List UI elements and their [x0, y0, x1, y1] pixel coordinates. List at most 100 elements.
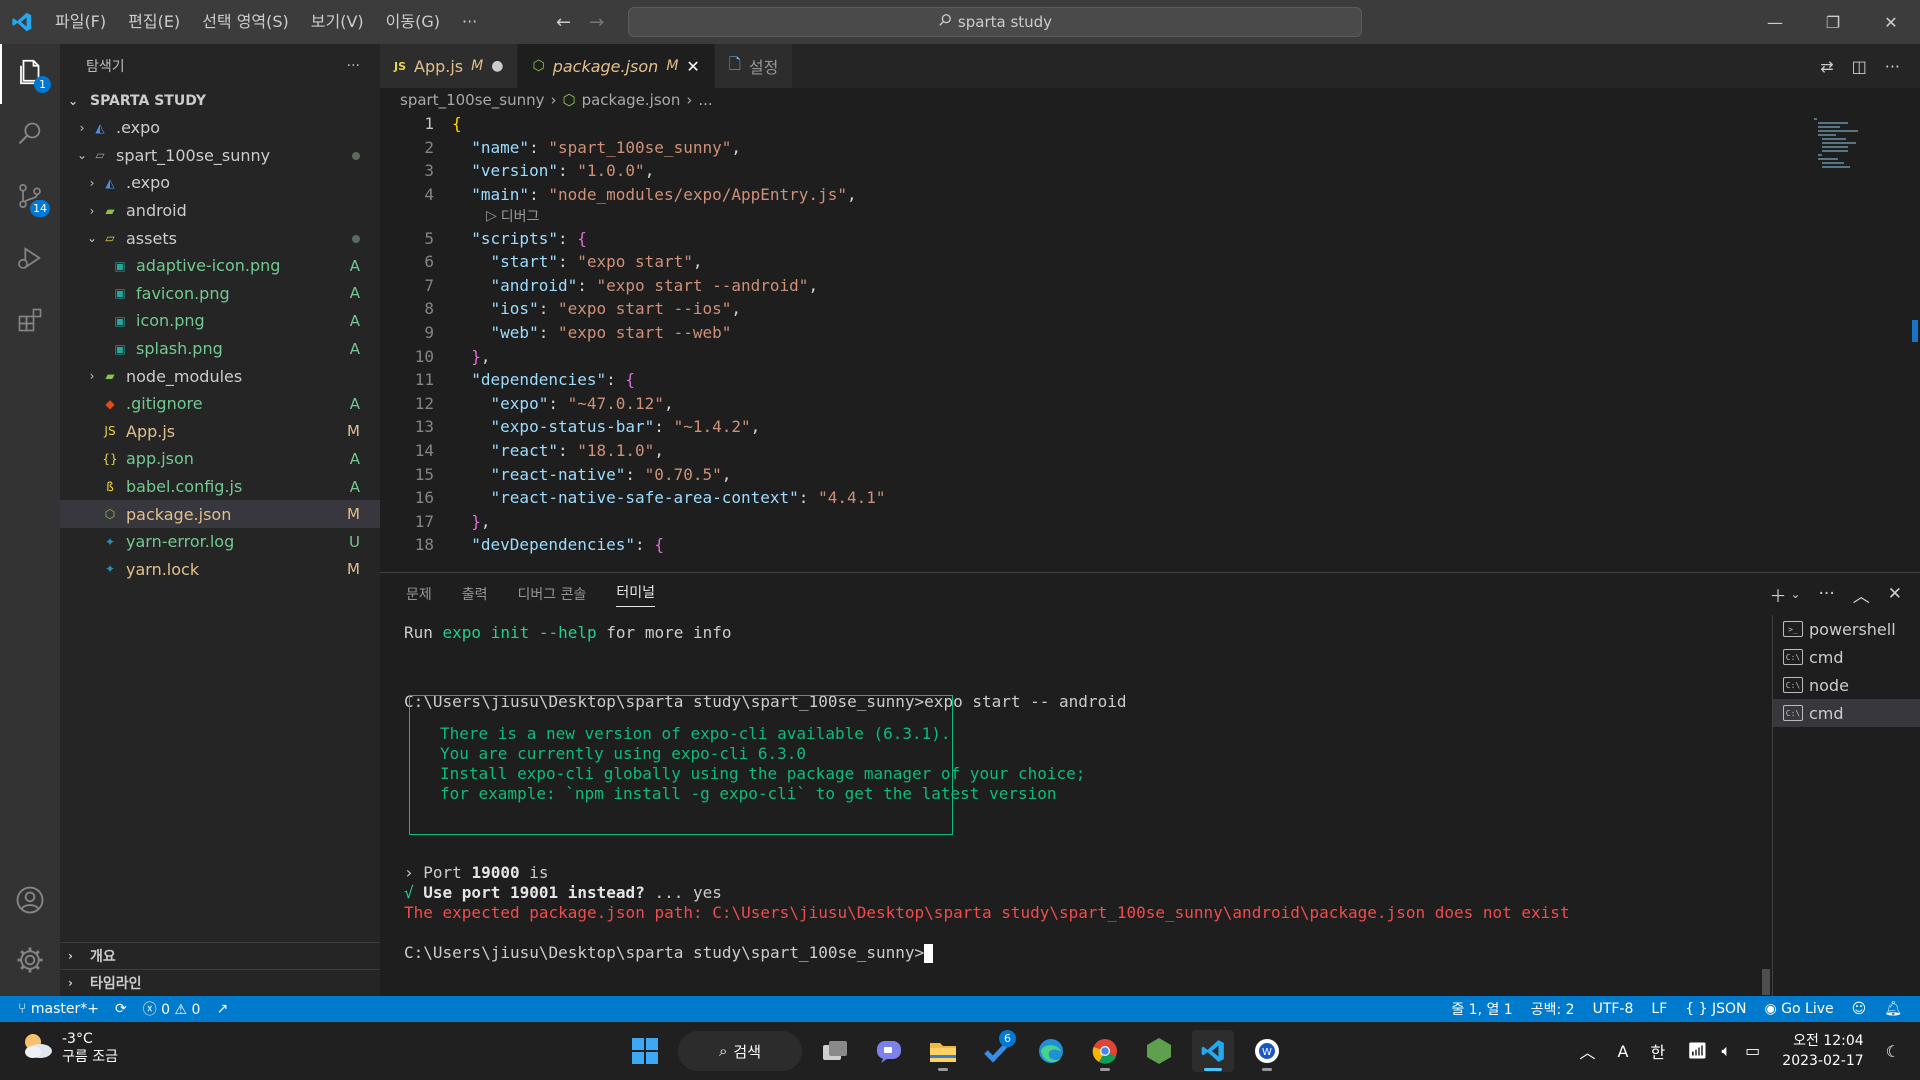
vscode-taskbar-button[interactable]	[1192, 1030, 1234, 1072]
branch-status[interactable]: ⑂ master*+	[18, 1001, 99, 1017]
terminal-scrollbar[interactable]	[1762, 969, 1770, 995]
sync-icon[interactable]: ⟳	[115, 1001, 127, 1017]
todo-button[interactable]: 6	[976, 1030, 1018, 1072]
menu-selection[interactable]: 선택 영역(S)	[191, 0, 300, 44]
tab-problems[interactable]: 문제	[406, 584, 432, 604]
tab-settings[interactable]: 🗋 설정	[714, 44, 794, 88]
tree-item-splash-png[interactable]: ▣ splash.png A	[60, 335, 380, 363]
tree-item-gitignore[interactable]: ◆ .gitignore A	[60, 390, 380, 418]
tree-item-app-json[interactable]: {} app.json A	[60, 445, 380, 473]
menu-view[interactable]: 보기(V)	[300, 0, 375, 44]
unsaved-dot-icon[interactable]: ●	[491, 58, 503, 74]
terminal-output[interactable]: Run expo init --help for more info C:\Us…	[404, 623, 1714, 997]
word-app-button[interactable]: W	[1246, 1030, 1288, 1072]
more-actions-icon[interactable]: ···	[1819, 584, 1835, 604]
search-activity[interactable]	[0, 106, 60, 166]
tree-item-adaptive-icon-png[interactable]: ▣ adaptive-icon.png A	[60, 252, 380, 280]
tree-item-babel-config-js[interactable]: ß babel.config.js A	[60, 473, 380, 501]
terminal-item-cmd[interactable]: C:\ cmd	[1773, 643, 1920, 671]
tree-item-assets[interactable]: ⌄ ▱ assets	[60, 224, 380, 252]
ime-lang[interactable]: 한	[1651, 1039, 1666, 1063]
restore-icon[interactable]: ❐	[1804, 0, 1862, 44]
chevron-up-icon[interactable]: ︿	[1580, 1039, 1596, 1063]
accounts-activity[interactable]	[0, 872, 60, 932]
tab-debug-console[interactable]: 디버그 콘솔	[518, 584, 587, 604]
split-editor-icon[interactable]: ◫	[1852, 57, 1867, 76]
menu-go[interactable]: 이동(G)	[375, 0, 451, 44]
run-debug-activity[interactable]	[0, 230, 60, 290]
tree-item-android[interactable]: › ▰ android	[60, 197, 380, 225]
forward-arrow-icon[interactable]: →	[589, 12, 604, 33]
command-center-search[interactable]: sparta study	[628, 7, 1362, 37]
teams-chat-button[interactable]	[868, 1030, 910, 1072]
go-live-button[interactable]: ◉ Go Live	[1764, 1001, 1833, 1017]
task-view-button[interactable]	[814, 1030, 856, 1072]
menu-more[interactable]: ···	[451, 0, 488, 44]
tree-item-yarn-lock[interactable]: ✦ yarn.lock M	[60, 556, 380, 584]
cursor-position[interactable]: 줄 1, 열 1	[1451, 999, 1512, 1019]
taskbar-search[interactable]: ⌕ 검색	[678, 1031, 802, 1071]
close-icon[interactable]: ✕	[686, 57, 699, 76]
feedback-icon[interactable]: ☺	[1852, 1001, 1867, 1017]
tree-item-expo[interactable]: › ◭ .expo	[60, 169, 380, 197]
tab-terminal[interactable]: 터미널	[616, 582, 656, 607]
menu-edit[interactable]: 편집(E)	[117, 0, 191, 44]
tree-item-package-json[interactable]: ⬡ package.json M	[60, 500, 380, 528]
line-ending[interactable]: LF	[1651, 1001, 1667, 1017]
close-icon[interactable]: ✕	[1862, 0, 1920, 44]
clock[interactable]: 오전 12:04 2023-02-17	[1782, 1031, 1863, 1071]
new-terminal-icon[interactable]: ＋	[1769, 582, 1786, 607]
extensions-activity[interactable]	[0, 292, 60, 352]
breadcrumb-folder[interactable]: spart_100se_sunny	[400, 91, 544, 109]
tray-icons[interactable]: 📶︎ 🔈︎ ▭	[1687, 1041, 1760, 1061]
terminal-item-node[interactable]: C:\ node	[1773, 671, 1920, 699]
code-editor[interactable]: 1{2 "name": "spart_100se_sunny", 3 "versi…	[380, 112, 1920, 570]
manage-activity[interactable]	[0, 932, 60, 992]
start-button[interactable]	[624, 1030, 666, 1072]
file-explorer-button[interactable]	[922, 1030, 964, 1072]
tree-item-node-modules[interactable]: › ▰ node_modules	[60, 362, 380, 390]
explorer-activity[interactable]: 1	[0, 44, 60, 104]
breadcrumb-file[interactable]: package.json	[582, 91, 681, 109]
close-panel-icon[interactable]: ✕	[1888, 584, 1902, 604]
chevron-down-icon[interactable]: ⌄	[1790, 587, 1800, 601]
terminal-item-powershell[interactable]: >_ powershell	[1773, 615, 1920, 643]
tab-app-js[interactable]: JS App.js M ●	[380, 44, 519, 88]
compare-changes-icon[interactable]: ⇄	[1820, 57, 1833, 76]
tree-item-icon-png[interactable]: ▣ icon.png A	[60, 307, 380, 335]
tree-item-spart-100se-sunny[interactable]: ⌄ ▱ spart_100se_sunny	[60, 142, 380, 170]
workspace-section-header[interactable]: ⌄ SPARTA STUDY	[60, 88, 380, 114]
chrome-button[interactable]	[1084, 1030, 1126, 1072]
weather-widget[interactable]: -3°C 구름 조금	[20, 1030, 118, 1066]
source-control-activity[interactable]: 14	[0, 168, 60, 228]
indentation[interactable]: 공백: 2	[1531, 999, 1575, 1019]
explorer-more-button[interactable]: ···	[347, 58, 360, 74]
maximize-panel-icon[interactable]: ︿	[1853, 582, 1870, 607]
tab-output[interactable]: 출력	[462, 584, 488, 604]
problems-status[interactable]: ⓧ 0 ⚠ 0	[143, 999, 201, 1019]
more-actions-icon[interactable]: ···	[1885, 57, 1900, 76]
tree-item-yarn-error-log[interactable]: ✦ yarn-error.log U	[60, 528, 380, 556]
tree-item-app-js[interactable]: JS App.js M	[60, 418, 380, 446]
nodejs-button[interactable]	[1138, 1030, 1180, 1072]
tree-item-expo[interactable]: › ◭ .expo	[60, 114, 380, 142]
bell-icon[interactable]: 🔔︎	[1884, 1001, 1902, 1017]
debug-codelens[interactable]: ▷ 디버그	[380, 206, 1920, 226]
edge-button[interactable]	[1030, 1030, 1072, 1072]
minimap[interactable]	[1810, 116, 1900, 576]
ime-mode[interactable]: A	[1618, 1042, 1629, 1061]
scrollbar-marker[interactable]	[1912, 320, 1918, 342]
terminal-item-cmd-active[interactable]: C:\ cmd	[1773, 699, 1920, 727]
outline-section-header[interactable]: › 개요	[60, 943, 380, 970]
tree-item-favicon-png[interactable]: ▣ favicon.png A	[60, 280, 380, 308]
back-arrow-icon[interactable]: ←	[556, 12, 571, 33]
minimize-icon[interactable]: —	[1746, 0, 1804, 44]
tab-package-json[interactable]: ⬡ package.json M ✕	[518, 44, 715, 88]
language-mode[interactable]: { } JSON	[1685, 1001, 1746, 1017]
timeline-section-header[interactable]: › 타임라인	[60, 970, 380, 997]
encoding[interactable]: UTF-8	[1593, 1001, 1634, 1017]
do-not-disturb-icon[interactable]: ☾	[1886, 1042, 1900, 1061]
live-share-icon[interactable]: ↗	[216, 1001, 228, 1017]
breadcrumb-symbol[interactable]: ...	[698, 91, 712, 109]
menu-file[interactable]: 파일(F)	[44, 0, 117, 44]
